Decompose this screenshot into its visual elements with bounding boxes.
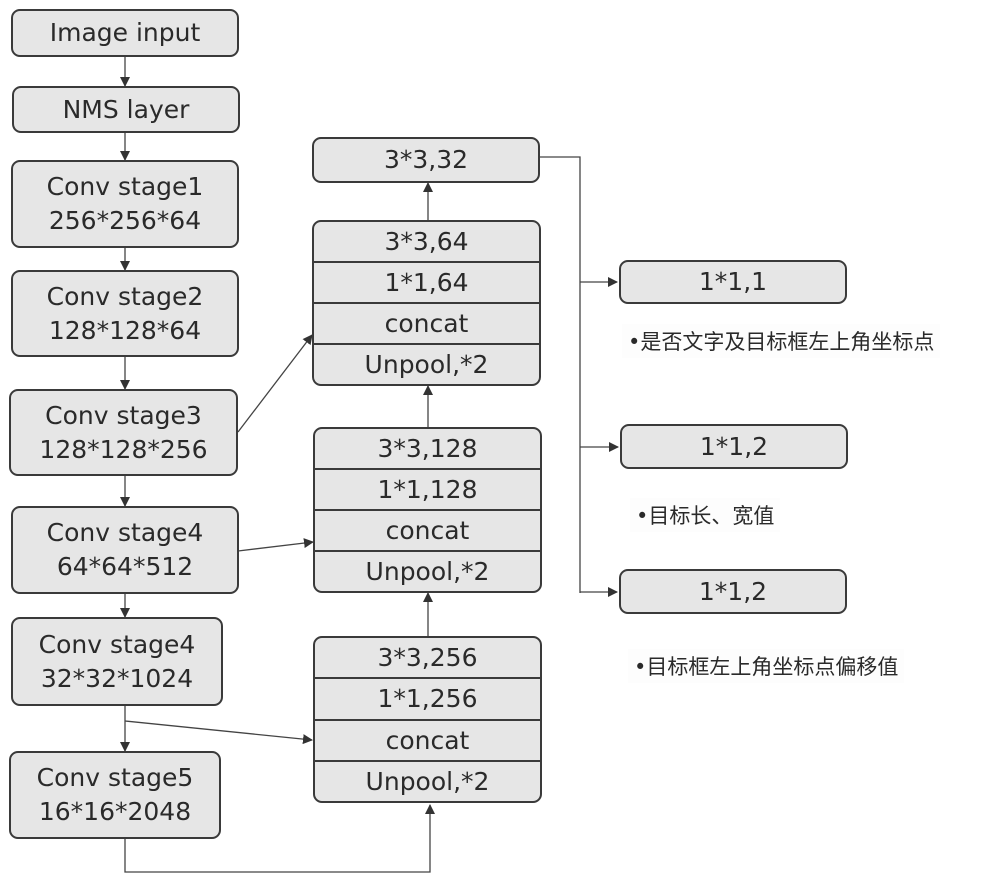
node-label: Conv stage4 xyxy=(46,518,204,547)
node-conv-stage2: Conv stage2 128*128*64 xyxy=(11,270,239,357)
node-label: Image input xyxy=(49,18,201,47)
node-output-score: 1*1,1 xyxy=(619,260,847,304)
merge-cell-unpool: Unpool,*2 xyxy=(365,766,490,796)
node-merge-block-1: 3*3,64 1*1,64 concat Unpool,*2 xyxy=(312,220,541,386)
node-merge-block-2: 3*3,128 1*1,128 concat Unpool,*2 xyxy=(313,427,542,593)
node-final-conv: 3*3,32 xyxy=(312,137,540,183)
merge-cell-concat: concat xyxy=(314,304,539,345)
edge-conv-stage3-to-merge-block-1 xyxy=(237,334,313,433)
node-shape: 16*16*2048 xyxy=(38,797,192,826)
node-label: 3*3,32 xyxy=(383,145,469,174)
node-shape: 128*128*64 xyxy=(48,315,202,345)
output-size-note: •目标长、宽值 xyxy=(630,498,781,532)
edge-conv-stage4a-to-merge-block-2 xyxy=(237,538,314,552)
node-nms-layer: NMS layer xyxy=(12,86,240,133)
merge-cell-conv3x3: 3*3,256 xyxy=(315,638,540,680)
merge-cell-conv3x3: 3*3,128 xyxy=(315,429,540,470)
node-conv-stage4a: Conv stage4 64*64*512 xyxy=(11,506,239,594)
edge-final-conv-trunk xyxy=(540,156,581,593)
node-label: NMS layer xyxy=(62,94,190,124)
node-label: Conv stage5 xyxy=(36,763,194,792)
node-conv-stage4b: Conv stage4 32*32*1024 xyxy=(11,617,223,706)
merge-cell-conv1x1: 1*1,64 xyxy=(314,263,539,304)
node-label: Conv stage2 xyxy=(46,281,204,311)
output-offset-note: •目标框左上角坐标点偏移值 xyxy=(628,649,905,683)
node-merge-block-3: 3*3,256 1*1,256 concat Unpool,*2 xyxy=(313,636,542,803)
node-label: Conv stage1 xyxy=(46,172,204,201)
node-output-size: 1*1,2 xyxy=(620,424,848,469)
node-shape: 64*64*512 xyxy=(56,552,194,581)
merge-cell-conv3x3: 3*3,64 xyxy=(314,222,539,263)
node-conv-stage1: Conv stage1 256*256*64 xyxy=(11,160,239,248)
node-output-offset: 1*1,2 xyxy=(619,569,847,614)
node-label: Conv stage4 xyxy=(38,629,196,659)
node-image-input: Image input xyxy=(11,9,239,57)
node-shape: 128*128*256 xyxy=(39,434,208,464)
merge-cell-concat: concat xyxy=(315,721,540,762)
node-shape: 32*32*1024 xyxy=(40,663,194,693)
node-shape: 256*256*64 xyxy=(48,206,202,235)
network-diagram: Image input NMS layer Conv stage1 256*25… xyxy=(0,0,1000,882)
node-label: Conv stage3 xyxy=(45,400,202,430)
node-conv-stage5: Conv stage5 16*16*2048 xyxy=(9,751,221,839)
merge-cell-concat: concat xyxy=(315,511,540,552)
node-conv-stage3: Conv stage3 128*128*256 xyxy=(9,389,238,476)
merge-cell-unpool: Unpool,*2 xyxy=(365,557,490,586)
merge-cell-unpool: Unpool,*2 xyxy=(364,350,489,379)
node-label: 1*1,2 xyxy=(699,431,769,461)
edge-conv-stage4b-to-merge-block-3 xyxy=(124,720,313,745)
node-label: 1*1,1 xyxy=(698,267,768,296)
merge-cell-conv1x1: 1*1,256 xyxy=(315,679,540,721)
merge-cell-conv1x1: 1*1,128 xyxy=(315,470,540,511)
output-score-note: •是否文字及目标框左上角坐标点 xyxy=(622,324,941,358)
node-label: 1*1,2 xyxy=(698,576,768,606)
